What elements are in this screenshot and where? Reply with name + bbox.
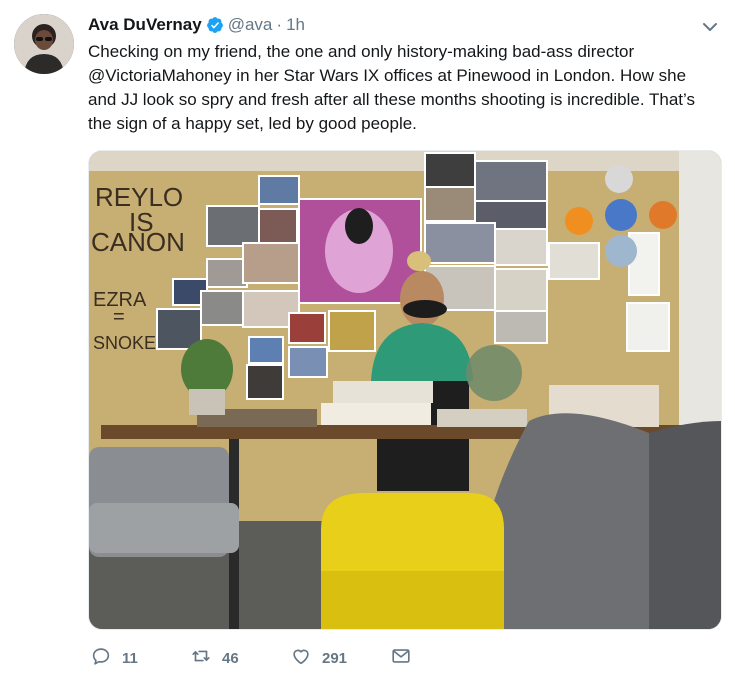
tweet-header: Ava DuVernay @ava · 1h (88, 13, 305, 37)
like-button[interactable]: 291 (290, 645, 390, 672)
retweet-button[interactable]: 46 (190, 645, 290, 672)
wall-writing: SNOKE (93, 333, 156, 353)
heart-icon (290, 645, 312, 672)
tweet-card: Ava DuVernay @ava · 1h Checking on my fr… (0, 0, 735, 678)
author-name[interactable]: Ava DuVernay (88, 15, 202, 35)
chevron-down-icon[interactable] (701, 18, 719, 36)
tweet-text-line: Checking on my friend, the one and only … (88, 42, 635, 61)
like-count: 291 (322, 649, 348, 667)
author-handle[interactable]: @ava (228, 15, 273, 35)
tweet-photo[interactable]: REYLO IS CANON EZRA = SNOKE (88, 150, 722, 630)
tweet-actions: 11 46 291 (90, 646, 412, 670)
tweet-text-line: the sign of a happy set, led by good peo… (88, 114, 417, 133)
retweet-icon (190, 645, 212, 672)
wall-writing: CANON (91, 227, 185, 257)
retweet-count: 46 (222, 649, 239, 667)
reply-icon (90, 645, 112, 672)
direct-message-button[interactable] (390, 645, 412, 672)
tweet-text-line[interactable]: @VictoriaMahoney in her Star Wars IX off… (88, 64, 718, 88)
reply-count: 11 (122, 649, 138, 667)
envelope-icon (390, 645, 412, 672)
tweet-text: Checking on my friend, the one and only … (88, 40, 718, 136)
avatar[interactable] (14, 14, 74, 74)
tweet-text-line: and JJ look so spry and fresh after all … (88, 90, 695, 109)
separator-dot: · (276, 15, 283, 34)
verified-badge-icon (206, 16, 224, 34)
tweet-timestamp[interactable]: 1h (286, 15, 305, 35)
wall-writing: = (113, 306, 125, 328)
reply-button[interactable]: 11 (90, 645, 190, 672)
